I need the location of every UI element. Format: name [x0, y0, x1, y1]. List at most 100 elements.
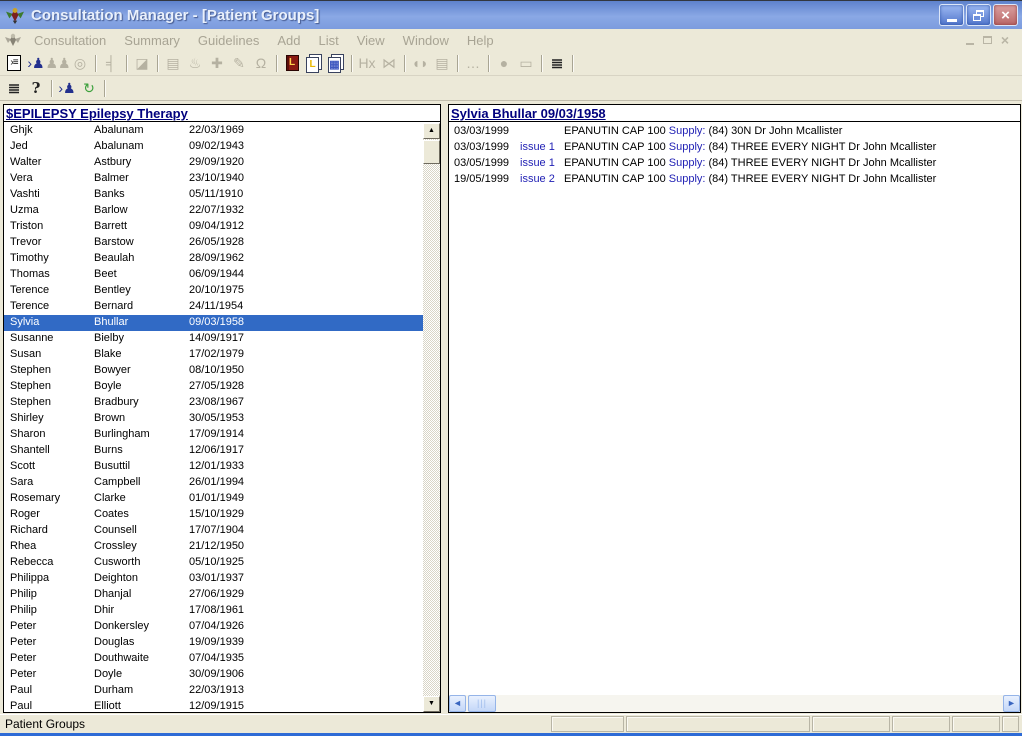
scroll-thumb[interactable]	[423, 140, 440, 164]
eraser-button[interactable]: ◪	[131, 53, 153, 74]
injection-button[interactable]: ✚	[206, 53, 228, 74]
patient-row[interactable]: RheaCrossley21/12/1950	[4, 539, 423, 555]
status-panel	[892, 716, 950, 732]
patient-row[interactable]: VashtiBanks05/11/1910	[4, 187, 423, 203]
prescription-row[interactable]: 03/03/1999EPANUTIN CAP 100 Supply: (84) …	[449, 123, 1020, 139]
examination-button[interactable]: Ω	[250, 53, 272, 74]
prescription-horizontal-scrollbar[interactable]: ◄ ||| ►	[449, 695, 1020, 712]
patient-row[interactable]: SusanneBielby14/09/1917	[4, 331, 423, 347]
menu-add[interactable]: Add	[268, 33, 309, 48]
prescription-row[interactable]: 03/05/1999issue 1EPANUTIN CAP 100 Supply…	[449, 155, 1020, 171]
mdi-minimize-icon[interactable]	[966, 43, 974, 45]
patient-row[interactable]: SharonBurlingham17/09/1914	[4, 427, 423, 443]
patient-row[interactable]: SusanBlake17/02/1979	[4, 347, 423, 363]
supply-details: (84) THREE EVERY NIGHT Dr John Mcalliste…	[709, 173, 937, 185]
therapy-history-button[interactable]: ♨	[184, 53, 206, 74]
patient-row[interactable]: RichardCounsell17/07/1904	[4, 523, 423, 539]
patient-row[interactable]: ShirleyBrown30/05/1953	[4, 411, 423, 427]
patient-row[interactable]: SaraCampbell26/01/1994	[4, 475, 423, 491]
patient-row[interactable]: ShantellBurns12/06/1917	[4, 443, 423, 459]
select-patient-group-button[interactable]: ›≡	[3, 53, 25, 74]
refresh-button[interactable]: ↻	[78, 78, 100, 99]
scroll-down-button[interactable]: ▼	[423, 696, 440, 712]
close-button[interactable]: ×	[993, 4, 1018, 26]
patient-row[interactable]: ThomasBeet06/09/1944	[4, 267, 423, 283]
patient-row[interactable]: TrevorBarstow26/05/1928	[4, 235, 423, 251]
menu-summary[interactable]: Summary	[115, 33, 189, 48]
patient-row[interactable]: PaulElliott12/09/1915	[4, 699, 423, 712]
mdi-restore-icon[interactable]	[983, 36, 992, 44]
patient-row[interactable]: RebeccaCusworth05/10/1925	[4, 555, 423, 571]
patient-row[interactable]: PhilippaDeighton03/01/1937	[4, 571, 423, 587]
patient-row[interactable]: RogerCoates15/10/1929	[4, 507, 423, 523]
patient-row[interactable]: PeterDoyle30/09/1906	[4, 667, 423, 683]
prescription-row[interactable]: 03/03/1999issue 1EPANUTIN CAP 100 Supply…	[449, 139, 1020, 155]
mdi-eagle-icon[interactable]	[5, 32, 21, 48]
patient-row[interactable]: PhilipDhanjal27/06/1929	[4, 587, 423, 603]
patient-row[interactable]: RosemaryClarke01/01/1949	[4, 491, 423, 507]
patient-list-vertical-scrollbar[interactable]: ▲ ▼	[423, 123, 440, 712]
patient-row[interactable]: PhilipDhir17/08/1961	[4, 603, 423, 619]
select-patient-quick-button[interactable]: ›♟	[56, 78, 78, 99]
patient-row[interactable]: GhjkAbalunam22/03/1969	[4, 123, 423, 139]
filter-button[interactable]: ≣	[546, 53, 568, 74]
patient-row[interactable]: ScottBusuttil12/01/1933	[4, 459, 423, 475]
help-button[interactable]: ?	[25, 78, 47, 99]
restore-button[interactable]	[966, 4, 991, 26]
patient-row[interactable]: PeterDouthwaite07/04/1935	[4, 651, 423, 667]
patient-row[interactable]: TerenceBernard24/11/1954	[4, 299, 423, 315]
linked-items-button[interactable]: ⋈	[378, 53, 400, 74]
scroll-up-button[interactable]: ▲	[423, 123, 440, 139]
scroll-left-button[interactable]: ◄	[449, 695, 466, 712]
record-button[interactable]: ●	[493, 53, 515, 74]
menu-guidelines[interactable]: Guidelines	[189, 33, 268, 48]
scroll-right-button[interactable]: ►	[1003, 695, 1020, 712]
guidelines-index-button[interactable]: L	[303, 53, 325, 74]
patient-surname: Burlingham	[94, 428, 150, 440]
patient-groups-button[interactable]: ♟♟	[47, 53, 69, 74]
menu-list[interactable]: List	[309, 33, 347, 48]
local-guidelines-button[interactable]: L	[281, 53, 303, 74]
menu-window[interactable]: Window	[394, 33, 458, 48]
menu-view[interactable]: View	[348, 33, 394, 48]
minimize-button[interactable]	[939, 4, 964, 26]
select-patient-button[interactable]: ›♟	[25, 53, 47, 74]
appointments-button[interactable]: ╡	[100, 53, 122, 74]
patient-dob: 09/03/1958	[189, 316, 244, 328]
prescription-row[interactable]: 19/05/1999issue 2EPANUTIN CAP 100 Supply…	[449, 171, 1020, 187]
patient-row[interactable]: PeterDonkersley07/04/1926	[4, 619, 423, 635]
patient-row[interactable]: TerenceBentley20/10/1975	[4, 283, 423, 299]
menu-consultation[interactable]: Consultation	[25, 33, 115, 48]
more-options-button[interactable]: …	[462, 53, 484, 74]
patient-row[interactable]: PeterDouglas19/09/1939	[4, 635, 423, 651]
filter-view-button[interactable]: ≣	[3, 78, 25, 99]
pen-button[interactable]: ✎	[228, 53, 250, 74]
patient-first-name: Sylvia	[10, 316, 39, 328]
patient-row[interactable]: StephenBowyer08/10/1950	[4, 363, 423, 379]
history-hx-button[interactable]: Hx	[356, 53, 378, 74]
titlebar[interactable]: Consultation Manager - [Patient Groups] …	[0, 0, 1022, 29]
patient-row[interactable]: JedAbalunam09/02/1943	[4, 139, 423, 155]
drug-name: EPANUTIN CAP 100	[564, 157, 669, 169]
protocols-button[interactable]: ▦	[325, 53, 347, 74]
mdi-close-icon[interactable]: ×	[1001, 34, 1009, 46]
patient-first-name: Scott	[10, 460, 35, 472]
patient-row[interactable]: UzmaBarlow22/07/1932	[4, 203, 423, 219]
notes-button[interactable]: ▤	[431, 53, 453, 74]
menu-help[interactable]: Help	[458, 33, 503, 48]
keyboard-button[interactable]: ▭	[515, 53, 537, 74]
patient-search-button[interactable]: ◎	[69, 53, 91, 74]
patient-row[interactable]: PaulDurham22/03/1913	[4, 683, 423, 699]
patient-row[interactable]: StephenBoyle27/05/1928	[4, 379, 423, 395]
patient-row[interactable]: StephenBradbury23/08/1967	[4, 395, 423, 411]
patient-row[interactable]: VeraBalmer23/10/1940	[4, 171, 423, 187]
patient-row[interactable]: TristonBarrett09/04/1912	[4, 219, 423, 235]
medication-button[interactable]: ◖◗	[409, 53, 431, 74]
patient-row[interactable]: TimothyBeaulah28/09/1962	[4, 251, 423, 267]
scroll-thumb-horizontal[interactable]: |||	[468, 695, 496, 712]
patient-row[interactable]: WalterAstbury29/09/1920	[4, 155, 423, 171]
patient-row[interactable]: SylviaBhullar09/03/1958	[4, 315, 423, 331]
drug-name: EPANUTIN CAP 100	[564, 141, 669, 153]
app-eagle-icon[interactable]	[6, 6, 24, 24]
consultation-book-button[interactable]: ▤	[162, 53, 184, 74]
